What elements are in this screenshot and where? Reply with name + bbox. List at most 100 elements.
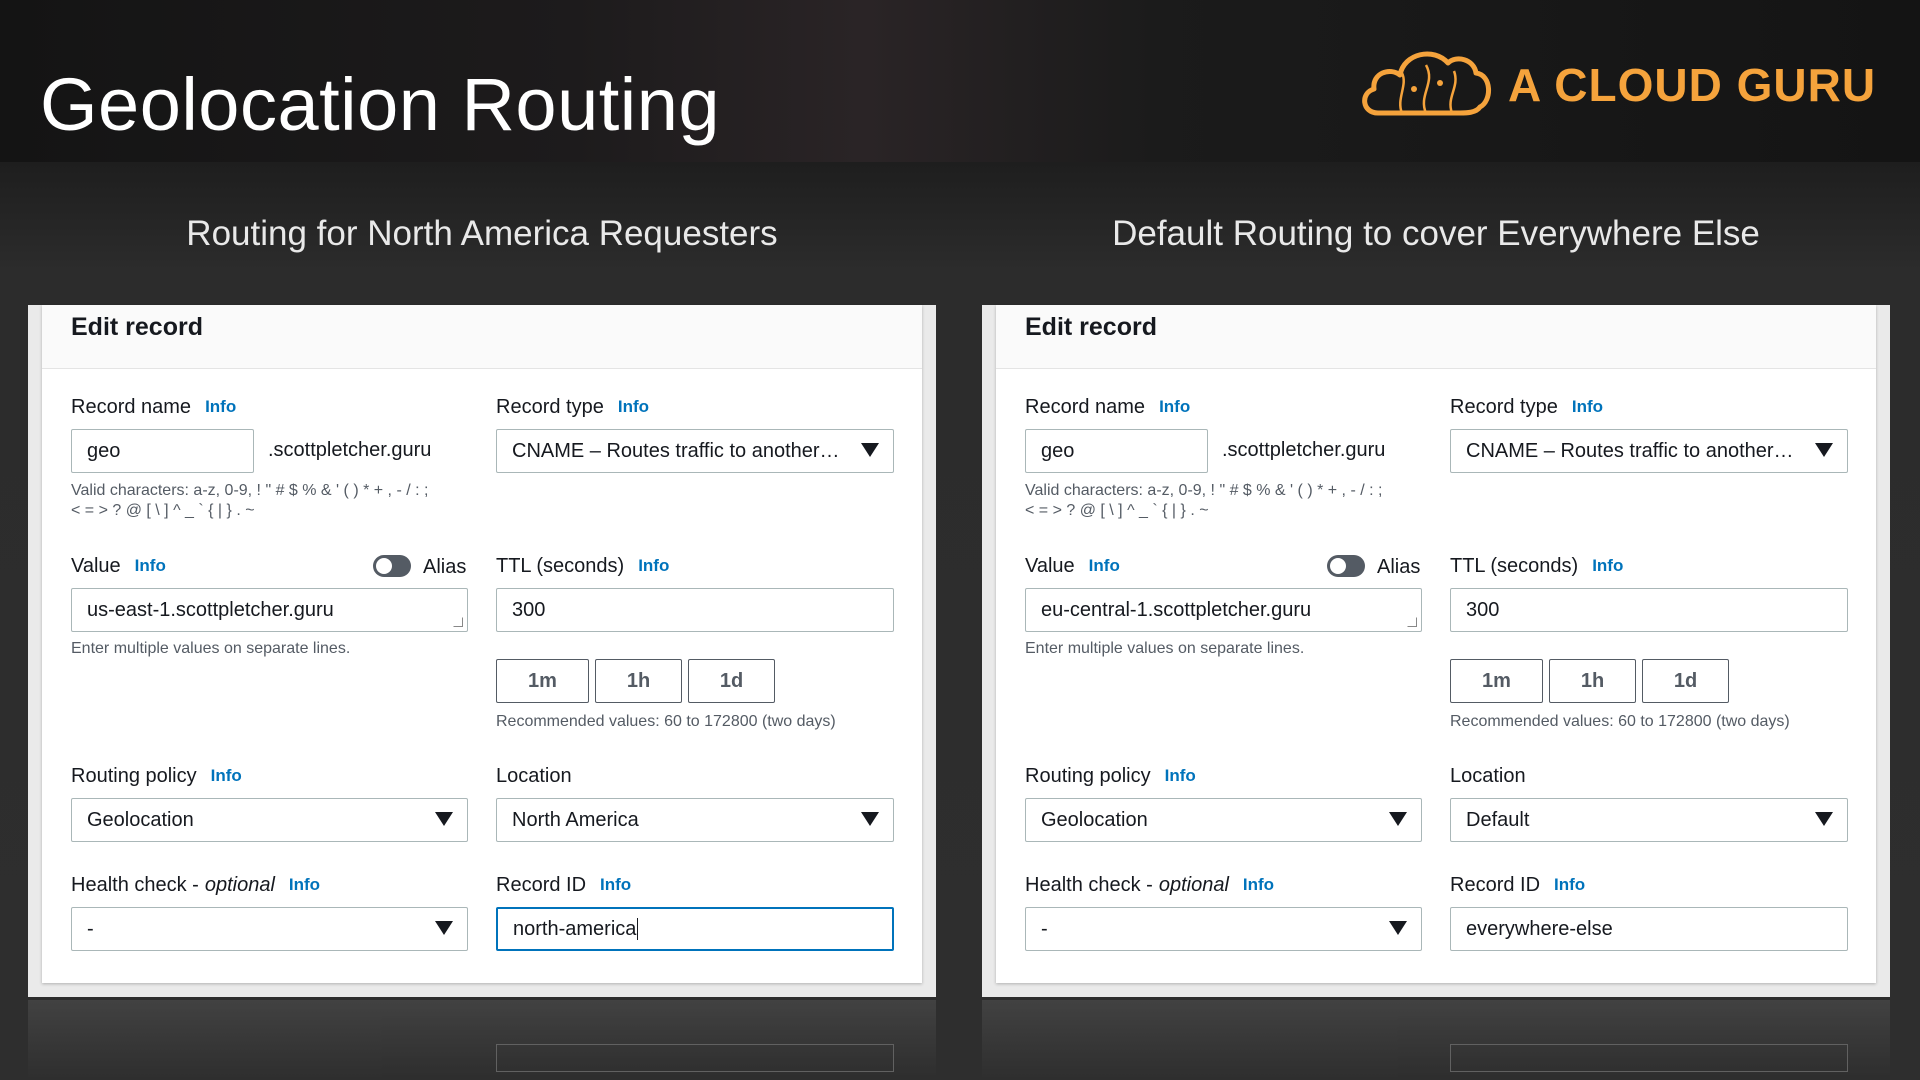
record-name-label-row: Record name Info: [1025, 393, 1190, 421]
domain-suffix: .scottpletcher.guru: [268, 439, 432, 461]
location-label-row: Location: [496, 762, 572, 790]
value-hint: Enter multiple values on separate lines.: [1025, 640, 1305, 657]
caret-down-icon: [861, 443, 879, 457]
ttl-label-row: TTL (seconds) Info: [496, 552, 669, 580]
panel-reflection: [982, 1000, 1890, 1080]
location-value: Default: [1466, 808, 1530, 831]
health-check-label: Health check -: [71, 873, 199, 896]
record-id-info-link[interactable]: Info: [1554, 875, 1585, 895]
text-cursor: [637, 918, 639, 940]
edit-record-card: Edit record Record name Info geo .scottpl…: [42, 305, 922, 983]
valid-characters-hint: Valid characters: a-z, 0-9, ! " # $ % & …: [1025, 481, 1382, 521]
health-check-optional: optional: [1158, 873, 1229, 896]
routing-policy-info-link[interactable]: Info: [211, 766, 242, 786]
ttl-1d-button[interactable]: 1d: [688, 659, 775, 703]
record-name-label: Record name: [71, 395, 192, 418]
location-label-row: Location: [1450, 762, 1526, 790]
record-id-label: Record ID: [496, 873, 587, 896]
brand-name: A CLOUD GURU: [1508, 59, 1877, 111]
health-check-value: -: [87, 917, 94, 940]
right-column-heading: Default Routing to cover Everywhere Else: [1112, 214, 1760, 253]
record-name-label: Record name: [1025, 395, 1146, 418]
record-id-input[interactable]: north-america: [496, 907, 894, 951]
health-check-label-row: Health check - optional Info: [71, 871, 320, 899]
record-type-info-link[interactable]: Info: [618, 397, 649, 417]
location-select[interactable]: Default: [1450, 798, 1848, 842]
value-textarea[interactable]: eu-central-1.scottpletcher.guru: [1025, 588, 1422, 632]
record-id-info-link[interactable]: Info: [600, 875, 631, 895]
edit-record-panel-north-america: Edit record Record name Info geo .scottpl…: [28, 305, 936, 997]
health-check-select[interactable]: -: [71, 907, 468, 951]
routing-policy-value: Geolocation: [87, 808, 194, 831]
ttl-input[interactable]: 300: [1450, 588, 1848, 632]
caret-down-icon: [435, 921, 453, 935]
ttl-1h-button[interactable]: 1h: [595, 659, 682, 703]
record-type-label-row: Record type Info: [496, 393, 649, 421]
value-info-link[interactable]: Info: [135, 556, 166, 576]
record-id-label-row: Record ID Info: [1450, 871, 1585, 899]
record-type-info-link[interactable]: Info: [1572, 397, 1603, 417]
reflection-ghost: [1450, 1044, 1848, 1072]
record-id-input[interactable]: everywhere-else: [1450, 907, 1848, 951]
caret-down-icon: [435, 812, 453, 826]
value-label: Value: [1025, 554, 1075, 577]
resize-grip-icon[interactable]: [453, 617, 463, 627]
record-name-input[interactable]: geo: [1025, 429, 1208, 473]
ttl-info-link[interactable]: Info: [1592, 556, 1623, 576]
valid-characters-line-2: < = > ? @ [ \ ] ^ _ ` { | } . ~: [71, 502, 255, 519]
panel-header: Edit record: [42, 305, 922, 369]
ttl-label: TTL (seconds): [1450, 554, 1579, 577]
ttl-label-row: TTL (seconds) Info: [1450, 552, 1623, 580]
record-name-label-row: Record name Info: [71, 393, 236, 421]
record-id-label: Record ID: [1450, 873, 1541, 896]
value-hint: Enter multiple values on separate lines.: [71, 640, 351, 657]
record-type-select[interactable]: CNAME – Routes traffic to another…: [1450, 429, 1848, 473]
caret-down-icon: [1815, 812, 1833, 826]
routing-policy-label-row: Routing policy Info: [1025, 762, 1196, 790]
location-value: North America: [512, 808, 639, 831]
cloud-icon: [1362, 51, 1491, 116]
ttl-1m-button[interactable]: 1m: [496, 659, 589, 703]
record-name-info-link[interactable]: Info: [1159, 397, 1190, 417]
alias-toggle[interactable]: [1327, 555, 1365, 577]
routing-policy-label: Routing policy: [71, 764, 197, 787]
slide-header: Geolocation Routing A CLOUD GURU: [0, 0, 1920, 162]
caret-down-icon: [1389, 812, 1407, 826]
ttl-hint: Recommended values: 60 to 172800 (two da…: [496, 713, 836, 730]
value-label-row: Value Info: [1025, 552, 1120, 580]
health-check-label-row: Health check - optional Info: [1025, 871, 1274, 899]
record-type-value: CNAME – Routes traffic to another…: [1466, 439, 1794, 462]
routing-policy-label: Routing policy: [1025, 764, 1151, 787]
record-name-info-link[interactable]: Info: [205, 397, 236, 417]
health-check-info-link[interactable]: Info: [1243, 875, 1274, 895]
brand-logo: A CLOUD GURU: [1356, 40, 1876, 130]
health-check-select[interactable]: -: [1025, 907, 1422, 951]
value-textarea[interactable]: us-east-1.scottpletcher.guru: [71, 588, 468, 632]
routing-policy-select[interactable]: Geolocation: [1025, 798, 1422, 842]
alias-toggle[interactable]: [373, 555, 411, 577]
ttl-1d-button[interactable]: 1d: [1642, 659, 1729, 703]
ttl-1m-button[interactable]: 1m: [1450, 659, 1543, 703]
routing-policy-select[interactable]: Geolocation: [71, 798, 468, 842]
ttl-info-link[interactable]: Info: [638, 556, 669, 576]
record-type-select[interactable]: CNAME – Routes traffic to another…: [496, 429, 894, 473]
resize-grip-icon[interactable]: [1407, 617, 1417, 627]
caret-down-icon: [1815, 443, 1833, 457]
slide-title: Geolocation Routing: [40, 63, 721, 146]
ttl-input[interactable]: 300: [496, 588, 894, 632]
routing-policy-info-link[interactable]: Info: [1165, 766, 1196, 786]
location-select[interactable]: North America: [496, 798, 894, 842]
value-label-row: Value Info: [71, 552, 166, 580]
value-text: us-east-1.scottpletcher.guru: [87, 598, 334, 621]
panel-header: Edit record: [996, 305, 1876, 369]
valid-characters-hint: Valid characters: a-z, 0-9, ! " # $ % & …: [71, 481, 428, 521]
valid-characters-line-1: Valid characters: a-z, 0-9, ! " # $ % & …: [71, 482, 429, 499]
value-info-link[interactable]: Info: [1089, 556, 1120, 576]
caret-down-icon: [861, 812, 879, 826]
health-check-info-link[interactable]: Info: [289, 875, 320, 895]
left-column-heading: Routing for North America Requesters: [186, 214, 778, 253]
edit-record-panel-default: Edit record Record name Info geo .scottpl…: [982, 305, 1890, 997]
ttl-1h-button[interactable]: 1h: [1549, 659, 1636, 703]
record-name-input[interactable]: geo: [71, 429, 254, 473]
record-type-value: CNAME – Routes traffic to another…: [512, 439, 840, 462]
